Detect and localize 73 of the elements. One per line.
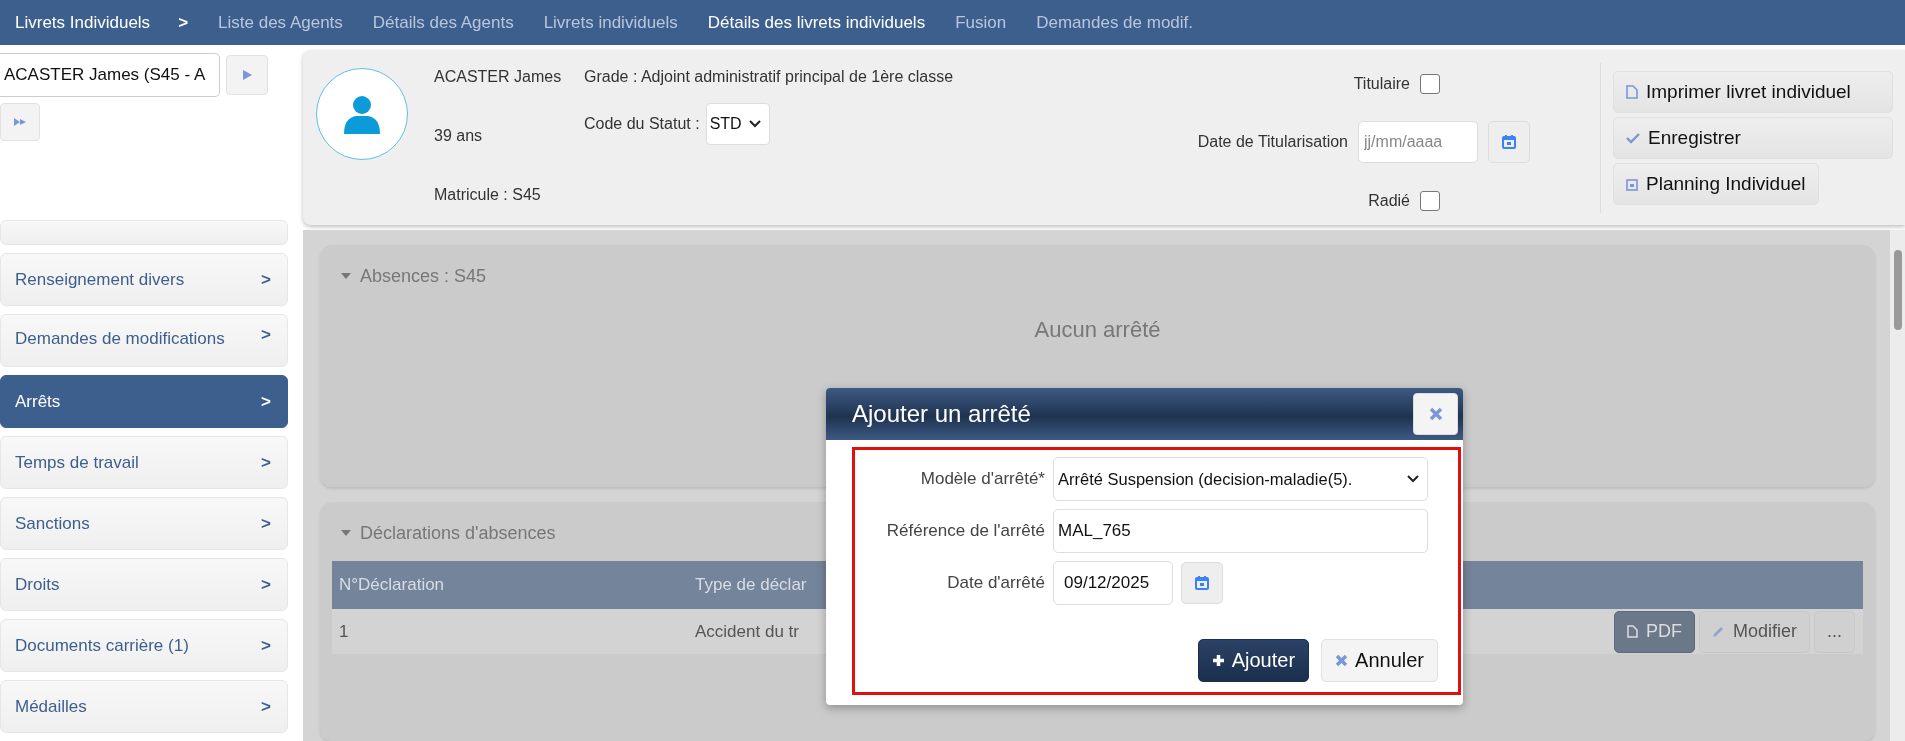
radie-label: Radié: [1368, 191, 1410, 210]
titularisation-label: Date de Titularisation: [1197, 133, 1348, 152]
sidebar-item[interactable]: Renseignement divers >: [0, 253, 288, 306]
reference-field[interactable]: MAL_765: [1053, 509, 1428, 553]
field-label: Modèle d'arrêté*: [919, 469, 1045, 489]
agent-matricule: Matricule : S45: [434, 186, 542, 204]
row-action-button[interactable]: Modifier: [1698, 610, 1810, 653]
table-cell-text: 1: [338, 621, 350, 642]
model-dropdown[interactable]: Arrêté Suspension (decision-maladie(5).: [1053, 457, 1428, 501]
titulaire-label: Titulaire: [1353, 75, 1410, 94]
calendar-icon: [1501, 134, 1517, 151]
empty-message: Aucun arrêté: [1033, 317, 1162, 343]
document-icon: [1626, 625, 1638, 638]
sidebar-item[interactable]: Droits >: [0, 558, 288, 611]
agent-field[interactable]: ACASTER James (S45 - A: [0, 53, 220, 97]
agent-grade: Grade : Adjoint administratif principal de 1ère classe: [584, 68, 955, 86]
scrollbar[interactable]: [1890, 230, 1905, 741]
titularisation-date-field[interactable]: jj/mm/aaaa: [1358, 121, 1478, 164]
agent-name: ACASTER James: [434, 68, 563, 86]
caret-icon[interactable]: [340, 272, 352, 280]
plus-icon: [1211, 654, 1225, 667]
date-field[interactable]: 09/12/2025: [1053, 561, 1173, 605]
action-button[interactable]: Planning Individuel: [1613, 163, 1819, 205]
nav-tab[interactable]: Détails des Agents: [372, 12, 514, 33]
pencil-icon: [1711, 625, 1725, 638]
nav-tab[interactable]: Demandes de modif.: [1036, 12, 1194, 33]
calendar-icon: [1194, 575, 1210, 591]
section-title: Déclarations d'absences: [360, 522, 556, 544]
chevron-down-icon: [1407, 475, 1419, 483]
sidebar-item[interactable]: Arrêts >: [0, 375, 288, 428]
sidebar-item[interactable]: Sanctions >: [0, 497, 288, 550]
check-icon: [1626, 132, 1640, 144]
document-icon: [1626, 85, 1638, 99]
nav-tab[interactable]: Détails des livrets individuels: [707, 12, 926, 33]
next-button[interactable]: [226, 55, 268, 95]
sidebar-item[interactable]: Demandes de modifications >: [0, 314, 288, 367]
field-label: Référence de l'arrêté: [885, 521, 1045, 541]
table-cell: Accident du tr: [695, 621, 799, 642]
nav-tab[interactable]: Livrets individuels: [543, 12, 678, 33]
cancel-button[interactable]: Annuler: [1321, 639, 1438, 682]
sidebar-item[interactable]: Documents carrière (1) >: [0, 619, 288, 672]
field-label: Date d'arrêté: [946, 573, 1045, 593]
close-button[interactable]: [1413, 393, 1458, 435]
calendar-button[interactable]: [1181, 562, 1223, 604]
nav-tab[interactable]: Fusion: [955, 12, 1007, 33]
nav-tab[interactable]: Liste des Agents: [218, 12, 343, 33]
section-title: Absences : S45: [360, 265, 487, 287]
play-icon: [241, 69, 253, 81]
fast-forward-icon: [13, 117, 27, 127]
calendar-icon: [1626, 177, 1638, 191]
chevron-down-icon: [748, 120, 761, 128]
close-icon: [1428, 407, 1443, 421]
caret-icon[interactable]: [340, 529, 352, 537]
action-button[interactable]: Enregistrer: [1613, 117, 1893, 159]
action-button[interactable]: Imprimer livret individuel: [1613, 71, 1893, 113]
calendar-button[interactable]: [1488, 121, 1530, 164]
add-button[interactable]: Ajouter: [1197, 639, 1310, 682]
app-title: Livrets Individuels: [15, 12, 151, 33]
agent-age: 39 ans: [434, 127, 484, 145]
row-action-button[interactable]: ...: [1814, 610, 1855, 653]
close-icon: [1335, 654, 1349, 667]
statut-label: Code du Statut :: [584, 115, 700, 133]
column-header: Type de déclar: [695, 575, 807, 595]
radie-checkbox[interactable]: [1420, 190, 1440, 211]
last-button[interactable]: [0, 103, 40, 141]
column-header: N°Déclaration: [338, 575, 446, 595]
titulaire-checkbox[interactable]: [1420, 74, 1440, 95]
statut-dropdown[interactable]: STD: [705, 103, 770, 145]
dialog-title: Ajouter un arrêté: [852, 400, 1031, 428]
sidebar-item[interactable]: Temps de travail >: [0, 436, 288, 489]
sidebar-item[interactable]: Médailles >: [0, 680, 288, 733]
breadcrumb-separator: >: [178, 12, 189, 33]
row-action-button[interactable]: PDF: [1613, 610, 1695, 653]
